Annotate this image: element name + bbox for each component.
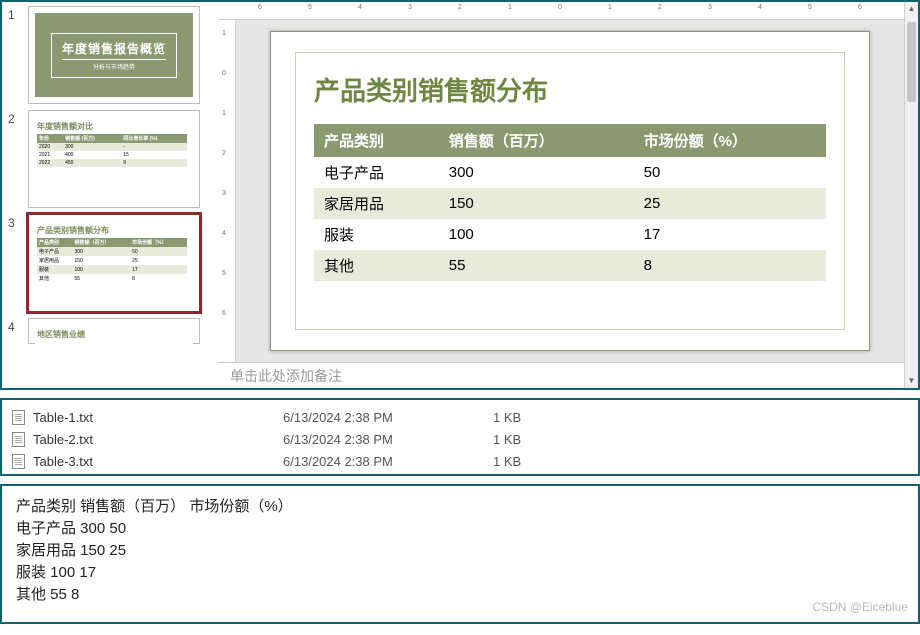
output-row: 家居用品 150 25 xyxy=(16,540,904,562)
table-row: 其他558 xyxy=(314,250,826,281)
thumbnail-1-number: 1 xyxy=(8,6,22,22)
file-icon xyxy=(12,432,25,447)
thumbnail-3-table: 产品类别销售额（百万）市场份额（%） 电子产品30050 家居用品15025 服… xyxy=(37,238,187,283)
horizontal-ruler: 6 5 4 3 2 1 0 1 2 3 4 5 6 xyxy=(218,2,904,20)
current-slide[interactable]: 产品类别销售额分布 产品类别 销售额（百万） 市场份额（%） 电子产品30050 xyxy=(270,31,870,351)
slide-editor-area: ▲ ▼ 6 5 4 3 2 1 0 1 2 3 4 5 6 1 0 1 2 3 xyxy=(218,2,918,388)
slide-title[interactable]: 产品类别销售额分布 xyxy=(314,71,826,108)
slide-canvas[interactable]: 产品类别销售额分布 产品类别 销售额（百万） 市场份额（%） 电子产品30050 xyxy=(236,20,904,362)
file-size: 1 KB xyxy=(493,432,613,447)
output-row: 服装 100 17 xyxy=(16,562,904,584)
thumbnail-4-row: 4 地区销售业绩 xyxy=(8,318,212,344)
scroll-thumb[interactable] xyxy=(907,22,916,102)
thumbnail-2[interactable]: 年度销售额对比 年份销售额 (百万)同比增长率 (%) 2020300- 202… xyxy=(28,110,200,208)
file-name: Table-1.txt xyxy=(33,410,283,425)
file-name: Table-3.txt xyxy=(33,454,283,469)
file-modified: 6/13/2024 2:38 PM xyxy=(283,454,493,469)
table-row: 家居用品15025 xyxy=(314,188,826,219)
watermark: CSDN @Eiceblue xyxy=(812,596,908,618)
file-size: 1 KB xyxy=(493,410,613,425)
thumbnail-3[interactable]: 产品类别销售额分布 产品类别销售额（百万）市场份额（%） 电子产品30050 家… xyxy=(28,214,200,312)
table-row: 电子产品30050 xyxy=(314,157,826,188)
thumbnail-1-title: 年度销售报告概览 xyxy=(62,40,166,60)
file-row[interactable]: Table-3.txt 6/13/2024 2:38 PM 1 KB xyxy=(12,450,912,472)
file-row[interactable]: Table-1.txt 6/13/2024 2:38 PM 1 KB xyxy=(12,406,912,428)
file-icon xyxy=(12,410,25,425)
slide-thumbnails-pane[interactable]: 1 年度销售报告概览 分析与市场趋势 2 年度销售额对比 年份销售额 (百万)同… xyxy=(2,2,218,388)
file-icon xyxy=(12,454,25,469)
scroll-down-arrow-icon[interactable]: ▼ xyxy=(905,374,918,388)
thumbnail-2-row: 2 年度销售额对比 年份销售额 (百万)同比增长率 (%) 2020300- 2… xyxy=(8,110,212,208)
table-header-category: 产品类别 xyxy=(314,124,439,157)
thumbnail-4-number: 4 xyxy=(8,318,22,334)
output-header: 产品类别 销售额（百万） 市场份额（%） xyxy=(16,496,904,518)
thumbnail-1-subtitle: 分析与市场趋势 xyxy=(62,62,166,71)
vertical-ruler: 1 0 1 2 3 4 5 6 xyxy=(218,20,236,362)
table-row: 服装10017 xyxy=(314,219,826,250)
scroll-up-arrow-icon[interactable]: ▲ xyxy=(905,2,918,16)
file-row[interactable]: Table-2.txt 6/13/2024 2:38 PM 1 KB xyxy=(12,428,912,450)
presentation-panel: 1 年度销售报告概览 分析与市场趋势 2 年度销售额对比 年份销售额 (百万)同… xyxy=(0,0,920,390)
thumbnail-4-title: 地区销售业绩 xyxy=(37,329,193,340)
table-header-sales: 销售额（百万） xyxy=(439,124,634,157)
table-header-share: 市场份额（%） xyxy=(634,124,826,157)
slide-data-table[interactable]: 产品类别 销售额（百万） 市场份额（%） 电子产品30050 家居用品15025 xyxy=(314,124,826,281)
output-row: 其他 55 8 xyxy=(16,584,904,606)
thumbnail-1[interactable]: 年度销售报告概览 分析与市场趋势 xyxy=(28,6,200,104)
thumbnail-2-number: 2 xyxy=(8,110,22,126)
thumbnail-3-row: 3 产品类别销售额分布 产品类别销售额（百万）市场份额（%） 电子产品30050… xyxy=(8,214,212,312)
files-panel: Table-1.txt 6/13/2024 2:38 PM 1 KB Table… xyxy=(0,398,920,476)
thumbnail-3-title: 产品类别销售额分布 xyxy=(37,225,193,236)
file-size: 1 KB xyxy=(493,454,613,469)
thumbnail-2-title: 年度销售额对比 xyxy=(37,121,193,132)
file-modified: 6/13/2024 2:38 PM xyxy=(283,410,493,425)
file-name: Table-2.txt xyxy=(33,432,283,447)
table-header-row: 产品类别 销售额（百万） 市场份额（%） xyxy=(314,124,826,157)
thumbnail-3-number: 3 xyxy=(8,214,22,230)
thumbnail-1-inner: 年度销售报告概览 分析与市场趋势 xyxy=(35,13,193,97)
thumbnail-2-table: 年份销售额 (百万)同比增长率 (%) 2020300- 202140015 2… xyxy=(37,134,187,167)
text-output-panel: 产品类别 销售额（百万） 市场份额（%） 电子产品 300 50 家居用品 15… xyxy=(0,484,920,624)
thumbnail-4[interactable]: 地区销售业绩 xyxy=(28,318,200,344)
notes-pane[interactable]: 单击此处添加备注 xyxy=(218,362,904,388)
file-modified: 6/13/2024 2:38 PM xyxy=(283,432,493,447)
vertical-scrollbar[interactable]: ▲ ▼ xyxy=(904,2,918,388)
output-row: 电子产品 300 50 xyxy=(16,518,904,540)
notes-placeholder: 单击此处添加备注 xyxy=(230,366,342,386)
thumbnail-1-row: 1 年度销售报告概览 分析与市场趋势 xyxy=(8,6,212,104)
